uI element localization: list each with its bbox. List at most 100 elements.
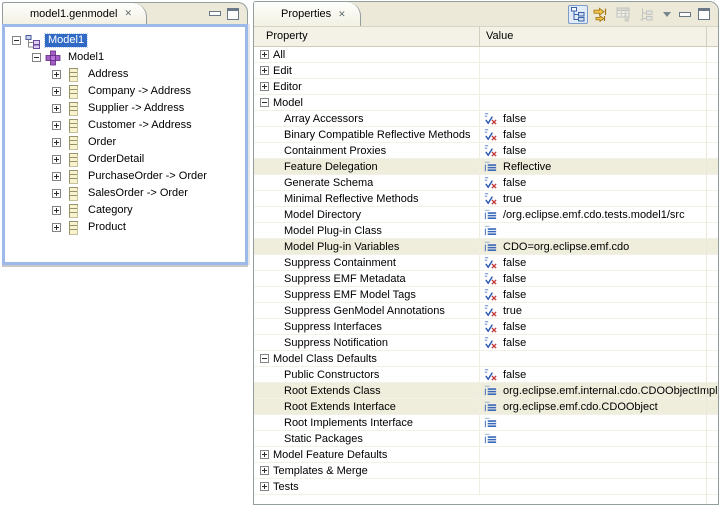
tree-expander-icon[interactable]: [52, 155, 61, 164]
property-row[interactable]: Model Plug-in Variables CDO=org.eclipse.…: [254, 239, 718, 255]
property-name: Suppress EMF Model Tags: [284, 289, 416, 301]
property-value: true: [503, 305, 522, 317]
categories-tree-icon-button[interactable]: [568, 5, 588, 24]
category-expander-icon[interactable]: [260, 466, 269, 475]
text-value-icon: [483, 399, 499, 414]
tree-item[interactable]: Customer -> Address: [5, 117, 245, 134]
property-row[interactable]: Containment Proxies false: [254, 143, 718, 159]
editor-tab-title: model1.genmodel: [30, 8, 117, 20]
property-value: false: [503, 177, 526, 189]
property-row[interactable]: Array Accessors false: [254, 111, 718, 127]
tree-expander-icon[interactable]: [52, 70, 61, 79]
tab-model1-genmodel[interactable]: model1.genmodel ✕: [3, 3, 147, 24]
tree-expander-icon[interactable]: [52, 223, 61, 232]
property-row[interactable]: Model Directory /org.eclipse.emf.cdo.tes…: [254, 207, 718, 223]
category-expander-icon[interactable]: [260, 82, 269, 91]
property-name: Model Plug-in Class: [284, 225, 382, 237]
property-row[interactable]: Templates & Merge: [254, 463, 718, 479]
tree-expander-icon[interactable]: [52, 206, 61, 215]
tree-item[interactable]: PurchaseOrder -> Order: [5, 168, 245, 185]
view-menu-icon[interactable]: [663, 12, 671, 17]
close-icon[interactable]: ✕: [336, 10, 346, 19]
property-row[interactable]: Minimal Reflective Methods true: [254, 191, 718, 207]
property-row[interactable]: Root Extends Class org.eclipse.emf.inter…: [254, 383, 718, 399]
property-value: false: [503, 273, 526, 285]
epackage-icon: [45, 50, 61, 66]
property-row[interactable]: Suppress Containment false: [254, 255, 718, 271]
property-row[interactable]: Suppress EMF Metadata false: [254, 271, 718, 287]
boolean-value-icon: [483, 127, 499, 142]
property-row[interactable]: Root Extends Interface org.eclipse.emf.c…: [254, 399, 718, 415]
column-header-value[interactable]: Value: [480, 27, 707, 46]
property-row[interactable]: Edit: [254, 63, 718, 79]
tree-item[interactable]: Address: [5, 66, 245, 83]
property-row[interactable]: Suppress EMF Model Tags false: [254, 287, 718, 303]
maximize-icon[interactable]: [698, 8, 710, 20]
property-row[interactable]: Model: [254, 95, 718, 111]
tree-item[interactable]: Category: [5, 202, 245, 219]
property-value: false: [503, 129, 526, 141]
tree-item[interactable]: OrderDetail: [5, 151, 245, 168]
tree-item[interactable]: Model1: [5, 49, 245, 66]
category-expander-icon[interactable]: [260, 450, 269, 459]
category-expander-icon[interactable]: [260, 66, 269, 75]
tree-item[interactable]: Model1: [5, 32, 245, 49]
property-row[interactable]: Binary Compatible Reflective Methods fal…: [254, 127, 718, 143]
property-value: false: [503, 145, 526, 157]
tree-expander-icon[interactable]: [52, 172, 61, 181]
property-value: false: [503, 113, 526, 125]
minimize-icon[interactable]: [679, 12, 691, 17]
property-name: Array Accessors: [284, 113, 363, 125]
property-row[interactable]: Suppress GenModel Annotations true: [254, 303, 718, 319]
table-header: Property Value: [254, 27, 718, 47]
property-row[interactable]: Tests: [254, 479, 718, 495]
tree-item[interactable]: SalesOrder -> Order: [5, 185, 245, 202]
property-row[interactable]: Model Class Defaults: [254, 351, 718, 367]
boolean-value-icon: [483, 111, 499, 126]
boolean-value-icon: [483, 271, 499, 286]
category-expander-icon[interactable]: [260, 98, 269, 107]
property-row[interactable]: Model Feature Defaults: [254, 447, 718, 463]
category-expander-icon[interactable]: [260, 354, 269, 363]
tree-item[interactable]: Product: [5, 219, 245, 236]
tree-expander-icon[interactable]: [52, 104, 61, 113]
tree-expander-icon[interactable]: [52, 121, 61, 130]
minimize-icon[interactable]: [209, 11, 221, 16]
property-row[interactable]: Editor: [254, 79, 718, 95]
property-value: false: [503, 337, 526, 349]
property-row[interactable]: Suppress Notification false: [254, 335, 718, 351]
property-name: Minimal Reflective Methods: [284, 193, 419, 205]
property-value: false: [503, 257, 526, 269]
maximize-icon[interactable]: [227, 8, 239, 20]
category-expander-icon[interactable]: [260, 482, 269, 491]
tree-expander-icon[interactable]: [52, 87, 61, 96]
property-row[interactable]: Model Plug-in Class: [254, 223, 718, 239]
property-value: true: [503, 193, 522, 205]
tree-expander-icon[interactable]: [52, 138, 61, 147]
properties-toolbar: [568, 5, 718, 24]
close-icon[interactable]: ✕: [122, 9, 132, 18]
property-row[interactable]: Root Implements Interface: [254, 415, 718, 431]
tree-expander-icon[interactable]: [12, 36, 21, 45]
tree-item[interactable]: Supplier -> Address: [5, 100, 245, 117]
tree-item[interactable]: Company -> Address: [5, 83, 245, 100]
property-row[interactable]: Generate Schema false: [254, 175, 718, 191]
property-name: Root Extends Interface: [284, 401, 396, 413]
eclass-icon: [65, 169, 81, 185]
property-name: Suppress GenModel Annotations: [284, 305, 445, 317]
tree-expander-icon[interactable]: [52, 189, 61, 198]
advanced-arrows-icon-button[interactable]: [591, 5, 611, 24]
tree-item[interactable]: Order: [5, 134, 245, 151]
column-header-property[interactable]: Property: [254, 27, 480, 46]
property-row[interactable]: All: [254, 47, 718, 63]
category-expander-icon[interactable]: [260, 50, 269, 59]
property-row[interactable]: Suppress Interfaces false: [254, 319, 718, 335]
genmodel-editor-part: model1.genmodel ✕ Model1 Model1 Address …: [2, 2, 248, 265]
property-name: Containment Proxies: [284, 145, 386, 157]
tree-expander-icon[interactable]: [32, 53, 41, 62]
property-row[interactable]: Static Packages: [254, 431, 718, 447]
tab-properties[interactable]: Properties ✕: [254, 2, 361, 26]
property-row[interactable]: Public Constructors false: [254, 367, 718, 383]
property-row[interactable]: Feature Delegation Reflective: [254, 159, 718, 175]
boolean-value-icon: [483, 303, 499, 318]
